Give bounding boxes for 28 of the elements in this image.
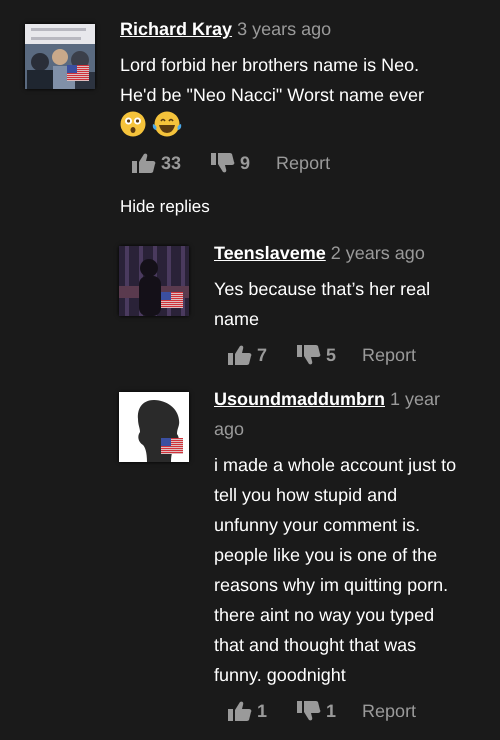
laughing-tears-icon [152,111,182,137]
dislike-count: 9 [240,152,250,175]
like-count: 1 [257,700,268,723]
thumbs-down-icon[interactable] [297,344,322,366]
hide-replies-link[interactable]: Hide replies [120,197,210,216]
avatar-icon [119,392,189,462]
thumbs-up-icon[interactable] [132,152,156,174]
comment-header: Teenslaveme 2 years ago [214,242,426,265]
comment-header: Usoundmaddumbrn 1 year ago [214,388,442,441]
like-count: 7 [257,344,268,367]
report-link[interactable]: Report [362,696,416,726]
username-link[interactable]: Teenslaveme [214,243,326,263]
report-link[interactable]: Report [276,148,330,178]
thumbs-down-icon[interactable] [297,700,322,722]
thumbs-up-icon[interactable] [228,344,252,366]
thumbs-down-icon[interactable] [211,152,236,174]
dislike-count: 5 [326,344,336,367]
username-link[interactable]: Richard Kray [120,19,232,39]
report-link[interactable]: Report [362,340,416,370]
thumbs-up-icon[interactable] [228,700,252,722]
like-count: 33 [161,152,182,175]
username-link[interactable]: Usoundmaddumbrn [214,389,385,409]
comment-text: Lord forbid her brothers name is Neo. He'd be "Neo Nacci" Worst name ever [120,54,426,107]
comment-text: i made a whole account just to tell you how stupid and unfunny your comment is. people like you is one of the reasons why im quitting porn. there aint no way you typed that and thought that was funny. goodnight [214,454,458,687]
comment-text: Yes because that’s her real name [214,278,432,331]
dislike-count: 1 [326,700,336,723]
astonished-face-icon [120,111,146,137]
comment-header: Richard Kray 3 years ago [120,18,332,41]
